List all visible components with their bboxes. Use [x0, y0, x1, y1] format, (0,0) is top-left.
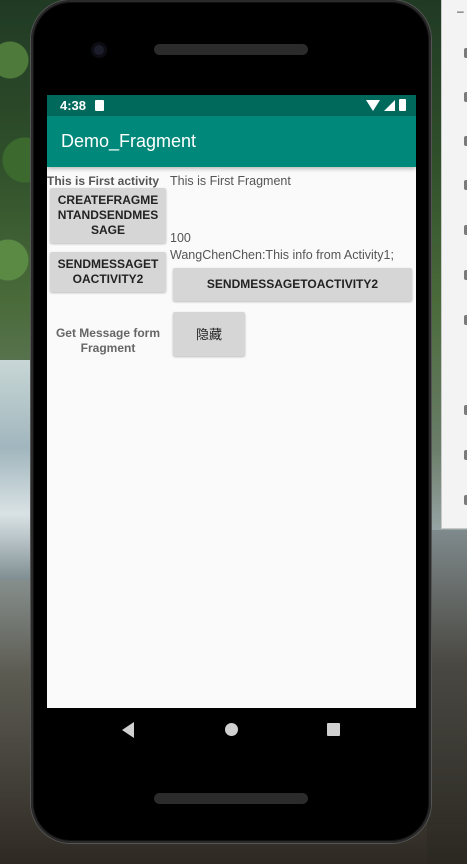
wifi-icon: [366, 99, 380, 111]
send-message-to-activity2-button[interactable]: SENDMESSAGETOACTIVITY2: [50, 252, 166, 292]
hide-button[interactable]: 隐藏: [173, 312, 245, 356]
phone-frame: 4:38 Demo_Fragment This is First activit…: [31, 0, 431, 843]
minimize-icon[interactable]: –: [457, 4, 464, 18]
back-icon[interactable]: [122, 722, 134, 738]
navigation-bar: [47, 708, 416, 752]
get-message-label: Get Message form Fragment: [55, 326, 161, 355]
app-title: Demo_Fragment: [61, 131, 197, 151]
sd-card-icon: [95, 100, 104, 111]
activity-label: This is First activity: [47, 174, 160, 188]
create-fragment-send-message-button[interactable]: CREATEFRAGMENTANDSENDMESSAGE: [50, 188, 166, 243]
app-bar: Demo_Fragment: [47, 116, 416, 167]
earpiece-speaker: [154, 44, 308, 55]
battery-icon: [399, 99, 406, 111]
fragment-number-text: 100: [170, 231, 191, 245]
signal-icon: [384, 99, 395, 111]
device-screen: 4:38 Demo_Fragment This is First activit…: [47, 95, 416, 708]
front-camera: [91, 42, 107, 58]
fragment-label: This is First Fragment: [170, 174, 291, 188]
emulator-side-panel: –: [441, 0, 467, 529]
status-icons: [366, 99, 406, 111]
status-time: 4:38: [60, 98, 87, 113]
recents-icon[interactable]: [327, 723, 340, 736]
status-bar: 4:38: [47, 95, 416, 116]
fragment-info-text: WangChenChen:This info from Activity1;: [170, 248, 394, 262]
bottom-speaker: [154, 793, 308, 804]
fragment-send-message-button[interactable]: SENDMESSAGETOACTIVITY2: [173, 268, 412, 301]
background-rocks: [427, 530, 467, 864]
home-icon[interactable]: [225, 723, 238, 736]
